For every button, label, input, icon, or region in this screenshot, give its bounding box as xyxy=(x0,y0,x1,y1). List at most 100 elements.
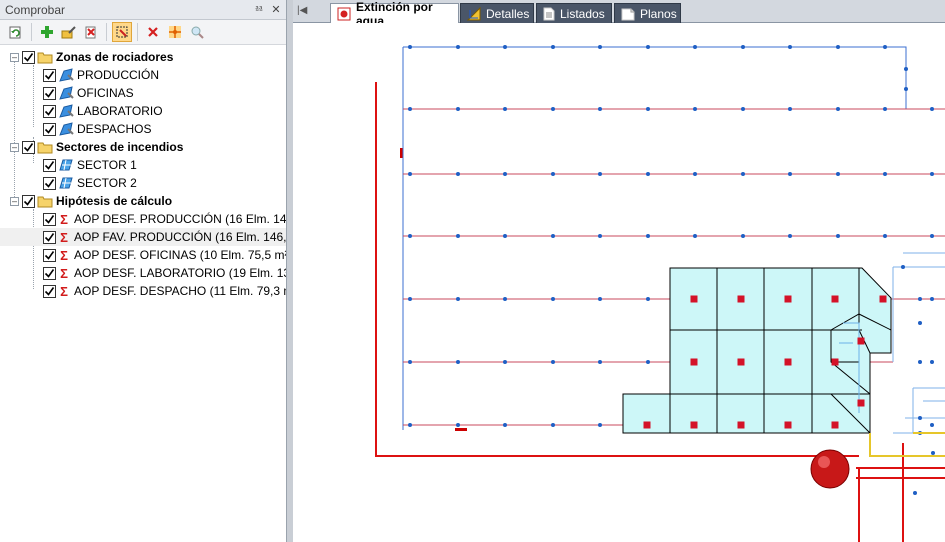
tab-label: Listados xyxy=(560,6,605,21)
sprinkler-head xyxy=(918,297,922,301)
select-area-button[interactable] xyxy=(112,22,132,42)
tree-item-sector-2[interactable]: SECTOR 2 xyxy=(0,174,286,192)
sprinkler-head xyxy=(408,107,412,111)
collapse-icon[interactable]: – xyxy=(10,52,19,62)
zoom-icon xyxy=(191,26,204,39)
tree-item-oficinas[interactable]: OFICINAS xyxy=(0,84,286,102)
tree-group-sectores[interactable]: – Sectores de incendios xyxy=(0,138,286,156)
active-sprinkler-head xyxy=(690,358,698,366)
tree-item-hypothesis[interactable]: Σ AOP DESF. PRODUCCIÓN (16 Elm. 149,9 xyxy=(0,210,286,228)
delete-button[interactable] xyxy=(81,22,101,42)
item-checkbox[interactable] xyxy=(43,158,56,172)
item-checkbox[interactable] xyxy=(43,284,56,298)
tree-item-hypothesis[interactable]: Σ AOP FAV. PRODUCCIÓN (16 Elm. 146,9 xyxy=(0,228,286,246)
fire-sector-icon xyxy=(58,157,74,173)
move-button[interactable] xyxy=(165,22,185,42)
item-label: AOP DESF. PRODUCCIÓN (16 Elm. 149,9 xyxy=(74,212,286,226)
active-sprinkler-head xyxy=(784,421,792,429)
sprinkler-head xyxy=(598,172,602,176)
close-icon[interactable]: ✕ xyxy=(269,3,283,16)
item-label: AOP DESF. LABORATORIO (19 Elm. 138, xyxy=(74,266,286,280)
tab-detalles[interactable]: Detalles xyxy=(460,3,534,23)
tree-item-despachos[interactable]: DESPACHOS xyxy=(0,120,286,138)
sprinkler-head xyxy=(913,491,917,495)
sprinkler-head xyxy=(408,234,412,238)
zoom-button[interactable] xyxy=(187,22,207,42)
active-sprinkler-head xyxy=(737,295,745,303)
active-sprinkler-head xyxy=(879,295,887,303)
tree-view: – Zonas de rociadores PRODUCCIÓN OFICINA… xyxy=(0,45,286,300)
add-button[interactable] xyxy=(37,22,57,42)
collapse-icon[interactable]: – xyxy=(10,196,19,206)
sprinkler-head xyxy=(456,360,460,364)
item-checkbox[interactable] xyxy=(43,122,56,136)
panel-header: Comprobar ⎂ ✕ xyxy=(0,0,286,20)
tree-item-hypothesis[interactable]: Σ AOP DESF. LABORATORIO (19 Elm. 138, xyxy=(0,264,286,282)
item-label: SECTOR 2 xyxy=(77,176,137,190)
tab-extincion[interactable]: Extinción por agua xyxy=(330,0,459,28)
plan-icon xyxy=(621,7,635,21)
sprinkler-head xyxy=(788,172,792,176)
item-checkbox[interactable] xyxy=(43,86,56,100)
drawing-canvas[interactable] xyxy=(293,23,945,542)
tree-item-hypothesis[interactable]: Σ AOP DESF. DESPACHO (11 Elm. 79,3 m² xyxy=(0,282,286,300)
sprinkler-head xyxy=(646,172,650,176)
item-checkbox[interactable] xyxy=(43,266,56,280)
tab-listados[interactable]: Listados xyxy=(536,3,612,23)
sprinkler-head xyxy=(408,360,412,364)
collapse-icon[interactable]: – xyxy=(10,142,19,152)
tree-item-laboratorio[interactable]: LABORATORIO xyxy=(0,102,286,120)
sprinkler-head xyxy=(788,107,792,111)
tab-planos[interactable]: Planos xyxy=(614,3,681,23)
tree-item-sector-1[interactable]: SECTOR 1 xyxy=(0,156,286,174)
active-sprinkler-head xyxy=(690,295,698,303)
group-checkbox[interactable] xyxy=(22,140,35,154)
group-label: Sectores de incendios xyxy=(56,140,184,154)
item-checkbox[interactable] xyxy=(43,248,56,262)
sigma-icon: Σ xyxy=(60,247,68,263)
sprinkler-head xyxy=(503,423,507,427)
item-checkbox[interactable] xyxy=(43,68,56,82)
item-label: PRODUCCIÓN xyxy=(77,68,160,82)
edit-button[interactable] xyxy=(59,22,79,42)
sprinkler-head xyxy=(551,297,555,301)
select-area-icon xyxy=(116,26,128,38)
sprinkler-head xyxy=(741,234,745,238)
sigma-icon: Σ xyxy=(60,265,68,281)
group-checkbox[interactable] xyxy=(22,50,35,64)
tree-group-zonas[interactable]: – Zonas de rociadores xyxy=(0,48,286,66)
sprinkler-head xyxy=(741,45,745,49)
refresh-button[interactable] xyxy=(6,22,26,42)
tab-bar: |◀ Extinción por agua Detalles Listados … xyxy=(293,0,945,28)
sprinkler-head xyxy=(883,172,887,176)
check-panel: Comprobar ⎂ ✕ – Zonas de rociadores PROD… xyxy=(0,0,287,542)
item-checkbox[interactable] xyxy=(43,212,56,226)
tab-scroll-left-icon[interactable]: |◀ xyxy=(297,5,307,16)
sprinkler-head xyxy=(883,45,887,49)
tab-label: Planos xyxy=(640,6,677,21)
item-checkbox[interactable] xyxy=(43,176,56,190)
plus-icon xyxy=(41,26,53,38)
tree-item-hypothesis[interactable]: Σ AOP DESF. OFICINAS (10 Elm. 75,5 m²) xyxy=(0,246,286,264)
tree-group-hipotesis[interactable]: – Hipótesis de cálculo xyxy=(0,192,286,210)
sprinkler-head xyxy=(408,297,412,301)
sprinkler-head xyxy=(456,297,460,301)
sprinkler-head xyxy=(693,107,697,111)
active-sprinkler-head xyxy=(831,421,839,429)
item-checkbox[interactable] xyxy=(43,104,56,118)
sprinkler-head xyxy=(741,172,745,176)
move-icon xyxy=(169,26,181,38)
group-checkbox[interactable] xyxy=(22,194,35,208)
sprinkler-head xyxy=(930,172,934,176)
tab-label: Detalles xyxy=(486,6,530,21)
group-label: Hipótesis de cálculo xyxy=(56,194,173,208)
remove-button[interactable] xyxy=(143,22,163,42)
building-marker xyxy=(455,428,467,431)
active-sprinkler-head xyxy=(737,358,745,366)
pin-icon[interactable]: ⎂ xyxy=(252,3,266,16)
group-label: Zonas de rociadores xyxy=(56,50,174,64)
sprinkler-head xyxy=(598,423,602,427)
sprinkler-head xyxy=(836,107,840,111)
item-checkbox[interactable] xyxy=(43,230,56,244)
tree-item-produccion[interactable]: PRODUCCIÓN xyxy=(0,66,286,84)
